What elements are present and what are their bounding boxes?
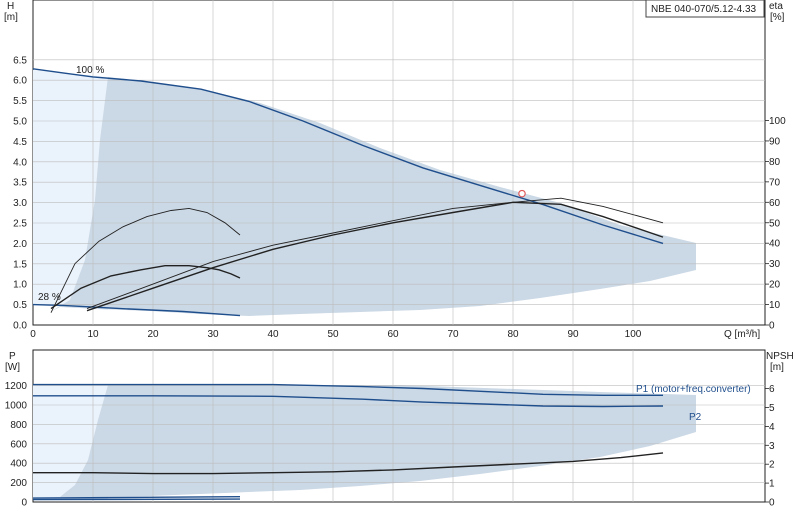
- lower-y-unit: [W]: [5, 362, 20, 373]
- lower-y2-tick-label: 0: [769, 498, 775, 509]
- x-tick-label: 90: [567, 329, 579, 340]
- lower-y2-tick-label: 6: [769, 384, 775, 395]
- lower-series-p-min-b: [32, 498, 241, 501]
- upper-y2-tick-label: 80: [769, 157, 781, 168]
- lower-panel: 0200400600800100012000123456 P [W] NPSH …: [5, 349, 794, 509]
- pump-curve-chart: 0.0 0.5 1.0 1.5 2.0 2.5 3.0 3.5 4.0 4.5 5.0 5.5 6.0 6…: [4, 0, 794, 509]
- lower-y2-tick-label: 1: [769, 479, 775, 490]
- legend-p1: P1 (motor+freq.converter): [636, 384, 751, 395]
- upper-y-tick-label: 5.0: [13, 117, 27, 128]
- upper-y2-tick-label: 70: [769, 177, 781, 188]
- upper-y2-tick-label: 0: [769, 321, 775, 332]
- lower-y-tick-label: 400: [10, 459, 27, 470]
- x-tick-label: 80: [507, 329, 519, 340]
- annotation-100pct: 100 %: [76, 65, 104, 76]
- upper-panel: 0.0 0.5 1.0 1.5 2.0 2.5 3.0 3.5 4.0 4.5 5.0 5.5 6.0 6…: [4, 0, 786, 340]
- lower-y2-tick-label: 5: [769, 403, 775, 414]
- upper-y-tick-label: 0.5: [13, 300, 27, 311]
- upper-y-tick-label: 4.5: [13, 137, 27, 148]
- lower-y2-tick-label: 2: [769, 460, 775, 471]
- upper-y-tick-label: 6.5: [13, 55, 27, 66]
- upper-y-tick-label: 2.5: [13, 219, 27, 230]
- legend-p2: P2: [689, 412, 702, 423]
- lower-y-tick-label: 200: [10, 478, 27, 489]
- upper-y-tick-label: 3.5: [13, 178, 27, 189]
- lower-y2-unit: [m]: [770, 362, 784, 373]
- lower-y-tick-label: 0: [21, 498, 27, 509]
- x-tick-label: 70: [447, 329, 459, 340]
- lower-y-label: P: [9, 351, 16, 362]
- upper-y-tick-label: 3.0: [13, 198, 27, 209]
- upper-y-tick-label: 2.0: [13, 239, 27, 250]
- lower-y2-label: NPSH: [766, 351, 794, 362]
- upper-y2-tick-label: 60: [769, 198, 781, 209]
- lower-y2-tick-label: 3: [769, 441, 775, 452]
- upper-y-label: H: [7, 1, 14, 12]
- x-tick-label: 20: [147, 329, 159, 340]
- upper-y-tick-label: 1.5: [13, 259, 27, 270]
- chart-title: NBE 040-070/5.12-4.33: [651, 4, 757, 15]
- annotation-28pct: 28 %: [38, 292, 61, 303]
- lower-y2-tick-label: 4: [769, 422, 775, 433]
- x-tick-label: 100: [625, 329, 642, 340]
- duty-point-marker: [518, 189, 526, 198]
- upper-y-tick-label: 6.0: [13, 76, 27, 87]
- lower-y-tick-label: 800: [10, 420, 27, 431]
- x-tick-label: 0: [30, 329, 36, 340]
- upper-y-tick-label: 1.0: [13, 280, 27, 291]
- upper-y2-tick-label: 10: [769, 300, 781, 311]
- lower-y-tick-label: 1000: [5, 401, 28, 412]
- upper-y-tick-label: 5.5: [13, 96, 27, 107]
- lower-y-tick-label: 600: [10, 439, 27, 450]
- upper-y2-tick-label: 50: [769, 218, 781, 229]
- x-tick-label: 30: [207, 329, 219, 340]
- upper-y-tick-label: 0.0: [13, 321, 27, 332]
- x-tick-label: 60: [387, 329, 399, 340]
- x-tick-label: 50: [327, 329, 339, 340]
- upper-y2-label: eta: [769, 1, 783, 12]
- upper-y2-unit: [%]: [770, 12, 785, 23]
- upper-y-tick-label: 4.0: [13, 157, 27, 168]
- x-axis-label: Q [m³/h]: [724, 329, 760, 340]
- upper-y2-tick-label: 90: [769, 136, 781, 147]
- upper-y2-tick-label: 40: [769, 239, 781, 250]
- upper-y2-tick-label: 30: [769, 259, 781, 270]
- lower-y-tick-label: 1200: [5, 381, 28, 392]
- x-tick-label: 40: [267, 329, 279, 340]
- upper-y2-tick-label: 20: [769, 280, 781, 291]
- upper-y2-tick-label: 100: [769, 116, 786, 127]
- upper-y-unit: [m]: [4, 12, 18, 23]
- x-tick-label: 10: [87, 329, 99, 340]
